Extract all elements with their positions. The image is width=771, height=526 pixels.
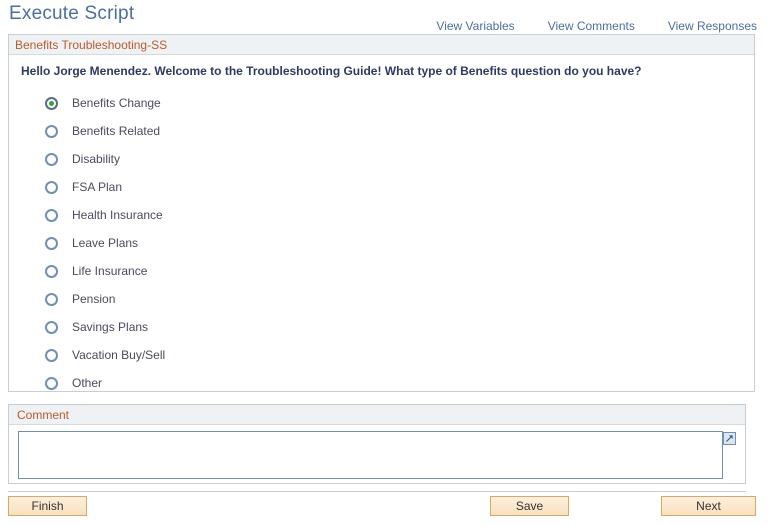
radio-icon[interactable] xyxy=(45,264,58,278)
radio-option-benefits-related[interactable]: Benefits Related xyxy=(45,117,165,145)
radio-icon[interactable] xyxy=(45,348,58,362)
radio-icon[interactable] xyxy=(45,236,58,250)
radio-option-label[interactable]: Disability xyxy=(72,152,120,166)
radio-icon[interactable] xyxy=(45,208,58,222)
radio-option-label[interactable]: Benefits Related xyxy=(72,124,160,138)
radio-option-vacation-buy-sell[interactable]: Vacation Buy/Sell xyxy=(45,341,165,369)
radio-option-label[interactable]: Vacation Buy/Sell xyxy=(72,348,165,362)
page-header: Execute Script View Variables View Comme… xyxy=(0,0,771,34)
radio-option-label[interactable]: Life Insurance xyxy=(72,264,147,278)
link-view-comments[interactable]: View Comments xyxy=(548,19,635,33)
radio-option-fsa-plan[interactable]: FSA Plan xyxy=(45,173,165,201)
question-prompt: Hello Jorge Menendez. Welcome to the Tro… xyxy=(21,64,642,78)
link-view-responses[interactable]: View Responses xyxy=(668,19,757,33)
expand-arrow-icon[interactable] xyxy=(723,432,736,445)
benefits-question-radio-group: Benefits Change Benefits Related Disabil… xyxy=(45,89,165,397)
bottom-divider xyxy=(8,491,746,492)
panel-header-label: Benefits Troubleshooting-SS xyxy=(15,38,168,52)
radio-option-label[interactable]: Other xyxy=(72,376,102,390)
radio-option-label[interactable]: Pension xyxy=(72,292,115,306)
radio-option-disability[interactable]: Disability xyxy=(45,145,165,173)
comment-panel: Comment xyxy=(8,404,746,484)
radio-icon[interactable] xyxy=(45,292,58,306)
panel-header-label: Comment xyxy=(17,408,70,422)
radio-option-label[interactable]: Savings Plans xyxy=(72,320,148,334)
radio-icon[interactable] xyxy=(45,124,58,138)
panel-header-comment: Comment xyxy=(9,405,745,425)
radio-option-savings-plans[interactable]: Savings Plans xyxy=(45,313,165,341)
header-links: View Variables View Comments View Respon… xyxy=(436,19,757,33)
radio-icon[interactable] xyxy=(45,320,58,334)
radio-option-label[interactable]: FSA Plan xyxy=(72,180,122,194)
radio-icon[interactable] xyxy=(45,152,58,166)
radio-icon[interactable] xyxy=(45,96,58,110)
page-title: Execute Script xyxy=(9,3,135,24)
comment-textarea[interactable] xyxy=(18,431,723,479)
radio-option-label[interactable]: Health Insurance xyxy=(72,208,163,222)
radio-option-health-insurance[interactable]: Health Insurance xyxy=(45,201,165,229)
save-button[interactable]: Save xyxy=(490,496,569,516)
radio-option-label[interactable]: Leave Plans xyxy=(72,236,138,250)
radio-option-other[interactable]: Other xyxy=(45,369,165,397)
next-button[interactable]: Next xyxy=(661,496,756,516)
link-view-variables[interactable]: View Variables xyxy=(436,19,514,33)
radio-icon[interactable] xyxy=(45,180,58,194)
radio-option-benefits-change[interactable]: Benefits Change xyxy=(45,89,165,117)
radio-option-pension[interactable]: Pension xyxy=(45,285,165,313)
panel-header-benefits-troubleshooting: Benefits Troubleshooting-SS xyxy=(9,35,754,55)
radio-icon[interactable] xyxy=(45,376,58,390)
radio-option-life-insurance[interactable]: Life Insurance xyxy=(45,257,165,285)
script-question-panel: Benefits Troubleshooting-SS Hello Jorge … xyxy=(8,34,755,392)
radio-option-label[interactable]: Benefits Change xyxy=(72,96,161,110)
radio-option-leave-plans[interactable]: Leave Plans xyxy=(45,229,165,257)
finish-button[interactable]: Finish xyxy=(8,496,87,516)
